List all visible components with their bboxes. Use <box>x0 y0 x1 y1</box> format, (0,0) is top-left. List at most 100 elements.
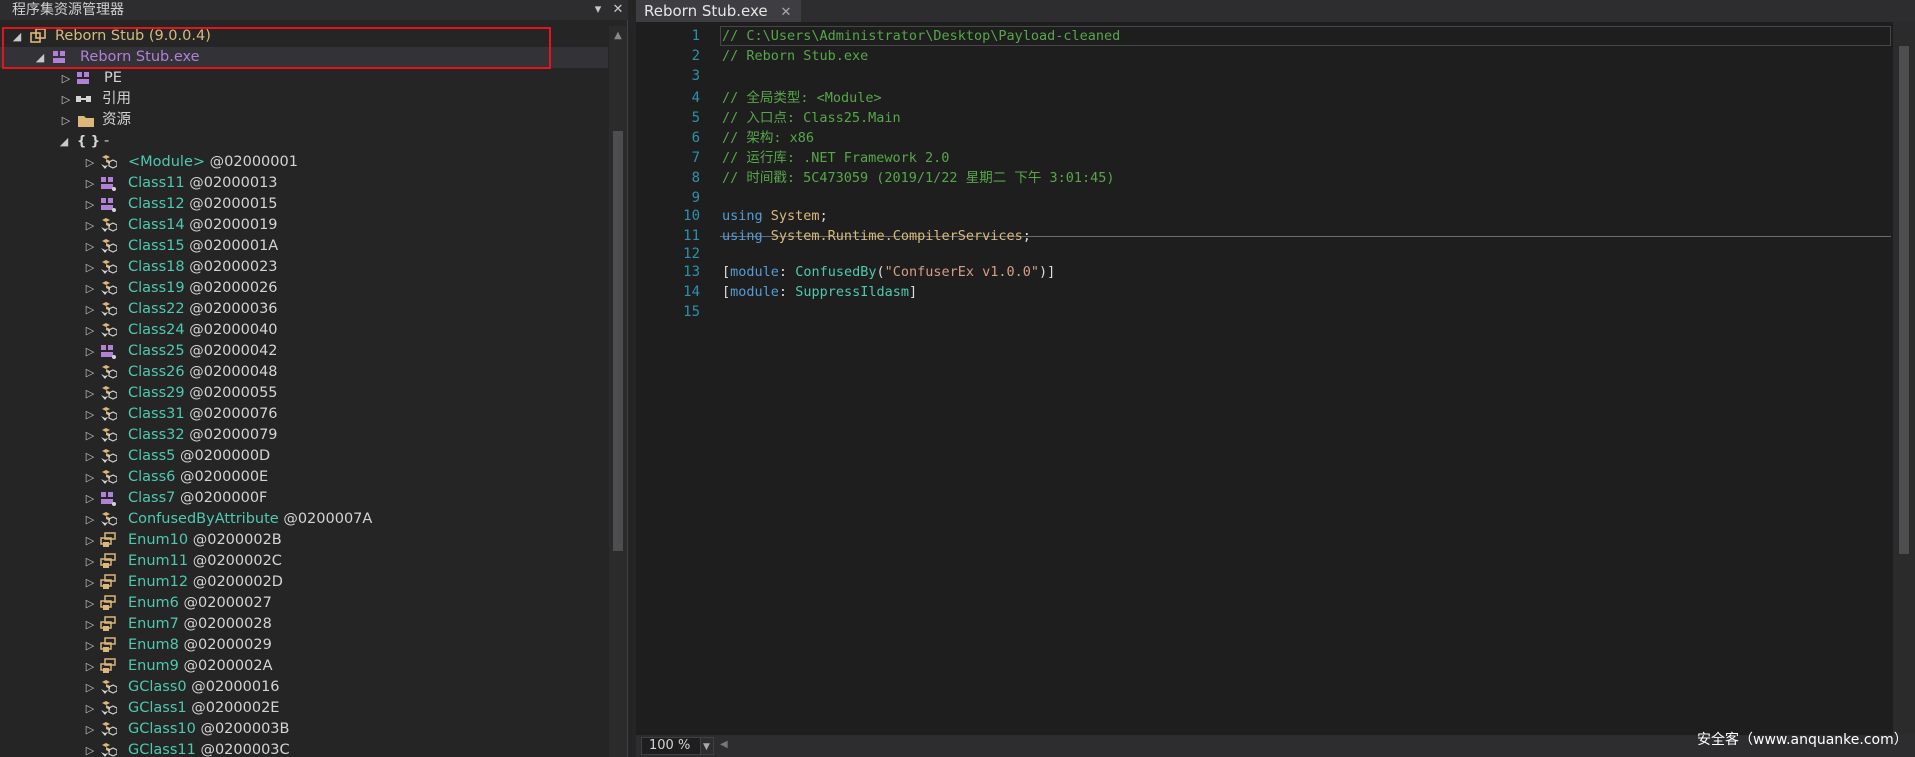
tree-node-type[interactable]: ▷ Class6 @0200000E <box>0 467 608 488</box>
type-label: GClass10 @0200003B <box>128 719 289 740</box>
explorer-scrollbar[interactable]: ▲ <box>609 26 627 757</box>
panel-close-icon[interactable]: ✕ <box>608 0 628 20</box>
tree-node-module[interactable]: ◢ Reborn Stub.exe <box>0 47 608 68</box>
type-token: @02000055 <box>184 385 278 401</box>
tree-node-type[interactable]: ▷ GClass1 @0200002E <box>0 698 608 719</box>
expand-arrow-icon[interactable]: ▷ <box>83 215 97 236</box>
line-number: 1 <box>691 28 700 44</box>
type-name: Class32 <box>128 427 185 443</box>
expand-arrow-icon[interactable]: ▷ <box>83 614 97 635</box>
panel-menu-icon[interactable]: ▾ <box>588 0 608 20</box>
tree-node-type[interactable]: ▷ Enum8 @02000029 <box>0 635 608 656</box>
expand-arrow-icon[interactable]: ▷ <box>83 551 97 572</box>
tree-node-type[interactable]: ▷ GClass10 @0200003B <box>0 719 608 740</box>
expand-arrow-icon[interactable]: ▷ <box>83 467 97 488</box>
tree-node-namespace[interactable]: ◢ { } - <box>0 131 608 152</box>
tree-node-type[interactable]: ▷ Class7 @0200000F <box>0 488 608 509</box>
expand-arrow-icon[interactable]: ▷ <box>83 593 97 614</box>
tree-node-type[interactable]: ▷ Class5 @0200000D <box>0 446 608 467</box>
scroll-left-icon[interactable]: ◀ <box>720 739 728 750</box>
expand-arrow-icon[interactable]: ▷ <box>83 719 97 740</box>
code-line: // 架构: x86 <box>722 128 814 148</box>
tree-node-type[interactable]: ▷ Class19 @02000026 <box>0 278 608 299</box>
expand-arrow-icon[interactable]: ▷ <box>83 404 97 425</box>
expand-arrow-icon[interactable]: ▷ <box>83 677 97 698</box>
scroll-up-icon[interactable]: ▲ <box>612 30 624 41</box>
collapse-arrow-icon[interactable]: ◢ <box>10 26 24 47</box>
zoom-dropdown-icon[interactable]: ▼ <box>700 737 714 755</box>
expand-arrow-icon[interactable]: ▷ <box>83 425 97 446</box>
tree-node-pe[interactable]: ▷ PE <box>0 68 608 89</box>
editor-scrollbar[interactable] <box>1893 22 1915 735</box>
tree-node-references[interactable]: ▷ 引用 <box>0 89 608 110</box>
expand-arrow-icon[interactable]: ▷ <box>59 68 73 89</box>
code-line: // C:\Users\Administrator\Desktop\Payloa… <box>722 26 1120 46</box>
tree-node-type[interactable]: ▷ Enum6 @02000027 <box>0 593 608 614</box>
tree-node-type[interactable]: ▷ Class26 @02000048 <box>0 362 608 383</box>
expand-arrow-icon[interactable]: ▷ <box>83 299 97 320</box>
expand-arrow-icon[interactable]: ▷ <box>83 572 97 593</box>
expand-arrow-icon[interactable]: ▷ <box>83 152 97 173</box>
type-name: ConfusedByAttribute <box>128 511 279 527</box>
expand-arrow-icon[interactable]: ▷ <box>83 740 97 757</box>
tree-node-type[interactable]: ▷ Class24 @02000040 <box>0 320 608 341</box>
tree-node-type[interactable]: ▷ Class14 @02000019 <box>0 215 608 236</box>
type-token: @02000001 <box>205 154 298 170</box>
zoom-level[interactable]: 100 % <box>641 737 701 755</box>
collapse-arrow-icon[interactable]: ◢ <box>33 47 47 68</box>
expand-arrow-icon[interactable]: ▷ <box>83 194 97 215</box>
expand-arrow-icon[interactable]: ▷ <box>83 236 97 257</box>
expand-arrow-icon[interactable]: ▷ <box>83 698 97 719</box>
tree-node-type[interactable]: ▷ ConfusedByAttribute @0200007A <box>0 509 608 530</box>
type-name: Enum12 <box>128 574 189 590</box>
expand-arrow-icon[interactable]: ▷ <box>83 635 97 656</box>
tree-node-type[interactable]: ▷ <Module> @02000001 <box>0 152 608 173</box>
tree-node-type[interactable]: ▷ GClass11 @0200003C <box>0 740 608 757</box>
expand-arrow-icon[interactable]: ▷ <box>83 488 97 509</box>
tree-node-type[interactable]: ▷ Class22 @02000036 <box>0 299 608 320</box>
tree-node-type[interactable]: ▷ Enum11 @0200002C <box>0 551 608 572</box>
expand-arrow-icon[interactable]: ▷ <box>59 110 73 131</box>
tree-node-type[interactable]: ▷ Class12 @02000015 <box>0 194 608 215</box>
expand-arrow-icon[interactable]: ▷ <box>83 446 97 467</box>
tree-node-type[interactable]: ▷ Enum10 @0200002B <box>0 530 608 551</box>
expand-arrow-icon[interactable]: ▷ <box>59 89 73 110</box>
tree-node-type[interactable]: ▷ Enum9 @0200002A <box>0 656 608 677</box>
tree-node-type[interactable]: ▷ Class29 @02000055 <box>0 383 608 404</box>
type-name: Class11 <box>128 175 185 191</box>
code-editor[interactable]: 1 2 3 4 5 6 7 8 9 10 11 12 13 14 15 // C:\Users\Admini… <box>636 22 1893 735</box>
expand-arrow-icon[interactable]: ▷ <box>83 341 97 362</box>
tree-node-type[interactable]: ▷ Class18 @02000023 <box>0 257 608 278</box>
type-label: Class7 @0200000F <box>128 488 267 509</box>
tree-node-type[interactable]: ▷ GClass0 @02000016 <box>0 677 608 698</box>
tab-reborn-stub[interactable]: Reborn Stub.exe ✕ <box>636 0 802 22</box>
expand-arrow-icon[interactable]: ▷ <box>83 656 97 677</box>
tree-node-assembly[interactable]: ◢ Reborn Stub (9.0.0.4) <box>0 26 608 47</box>
expand-arrow-icon[interactable]: ▷ <box>83 173 97 194</box>
class-type-icon <box>99 385 118 402</box>
expand-arrow-icon[interactable]: ▷ <box>83 320 97 341</box>
scrollbar-thumb[interactable] <box>613 131 623 551</box>
type-label: Class6 @0200000E <box>128 467 268 488</box>
expand-arrow-icon[interactable]: ▷ <box>83 509 97 530</box>
line-number: 2 <box>691 48 700 64</box>
tree-node-type[interactable]: ▷ Class25 @02000042 <box>0 341 608 362</box>
tab-close-icon[interactable]: ✕ <box>780 5 791 20</box>
expand-arrow-icon[interactable]: ▷ <box>83 530 97 551</box>
tree-node-type[interactable]: ▷ Enum7 @02000028 <box>0 614 608 635</box>
tree-node-type[interactable]: ▷ Class32 @02000079 <box>0 425 608 446</box>
scrollbar-thumb[interactable] <box>1899 46 1909 554</box>
tree-node-type[interactable]: ▷ Class11 @02000013 <box>0 173 608 194</box>
class-type-icon <box>99 427 118 444</box>
tree-node-type[interactable]: ▷ Class31 @02000076 <box>0 404 608 425</box>
expand-arrow-icon[interactable]: ▷ <box>83 257 97 278</box>
collapse-arrow-icon[interactable]: ◢ <box>57 131 71 152</box>
tree-node-type[interactable]: ▷ Enum12 @0200002D <box>0 572 608 593</box>
assembly-explorer-panel: 程序集资源管理器 ▾ ✕ ◢ Reborn Stub (9.0.0.4) ◢ R… <box>0 0 628 757</box>
tree-node-type[interactable]: ▷ Class15 @0200001A <box>0 236 608 257</box>
expand-arrow-icon[interactable]: ▷ <box>83 278 97 299</box>
type-token: @02000042 <box>184 343 278 359</box>
expand-arrow-icon[interactable]: ▷ <box>83 383 97 404</box>
expand-arrow-icon[interactable]: ▷ <box>83 362 97 383</box>
tree-node-resources[interactable]: ▷ 资源 <box>0 110 608 131</box>
